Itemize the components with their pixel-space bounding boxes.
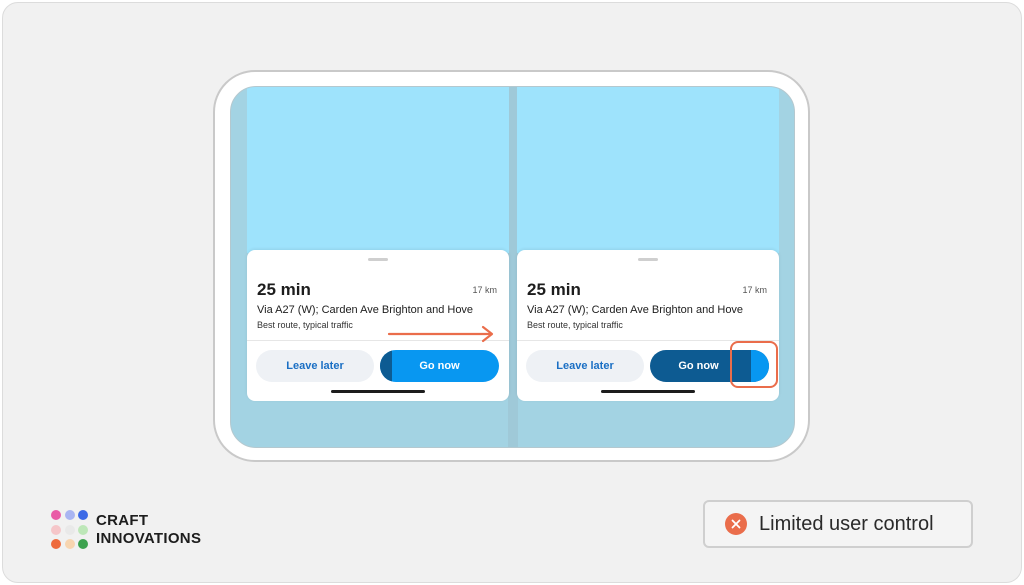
tablet-screen: 25 min 17 km Via A27 (W); Carden Ave Bri… (230, 86, 795, 448)
home-indicator (331, 390, 425, 393)
route-note-text: Best route, typical traffic (527, 320, 623, 330)
pane-before: 25 min 17 km Via A27 (W); Carden Ave Bri… (247, 87, 509, 401)
eta-text: 25 min (257, 280, 311, 299)
logo-dot (78, 510, 88, 520)
brand-name-line1: CRAFT (96, 512, 149, 529)
map-area[interactable] (517, 87, 779, 253)
brand-name-line2: INNOVATIONS (96, 530, 202, 547)
logo-dot (51, 539, 61, 549)
route-via-text: Via A27 (W); Carden Ave Brighton and Hov… (527, 304, 744, 316)
route-note-text: Best route, typical traffic (257, 320, 353, 330)
verdict-badge: Limited user control (703, 500, 973, 548)
tablet-frame: 25 min 17 km Via A27 (W); Carden Ave Bri… (213, 70, 810, 462)
distance-text: 17 km (472, 285, 497, 295)
logo-dot (64, 510, 75, 520)
go-now-button[interactable]: Go now (380, 350, 499, 382)
verdict-label: Limited user control (759, 512, 934, 535)
map-area[interactable] (247, 87, 509, 253)
go-now-label: Go now (678, 360, 719, 372)
logo-dot (51, 524, 61, 535)
close-circle-icon (725, 513, 747, 535)
distance-text: 17 km (742, 285, 767, 295)
logo-dot (64, 539, 75, 549)
home-indicator (601, 390, 695, 393)
go-now-label: Go now (419, 360, 460, 372)
brand-logo: CRAFT INNOVATIONS (50, 509, 230, 551)
logo-dot (64, 524, 75, 535)
logo-dot (78, 539, 88, 549)
swipe-progress-fill (380, 350, 392, 382)
leave-later-button[interactable]: Leave later (256, 350, 374, 382)
route-via-text: Via A27 (W); Carden Ave Brighton and Hov… (257, 304, 474, 316)
swipe-right-arrow-icon (387, 325, 494, 343)
leave-later-button[interactable]: Leave later (526, 350, 644, 382)
drag-handle[interactable] (638, 258, 658, 261)
annotation-highlight-box (730, 341, 778, 388)
drag-handle[interactable] (368, 258, 388, 261)
eta-text: 25 min (527, 280, 581, 299)
logo-dot (51, 510, 61, 520)
logo-dot (78, 524, 88, 535)
